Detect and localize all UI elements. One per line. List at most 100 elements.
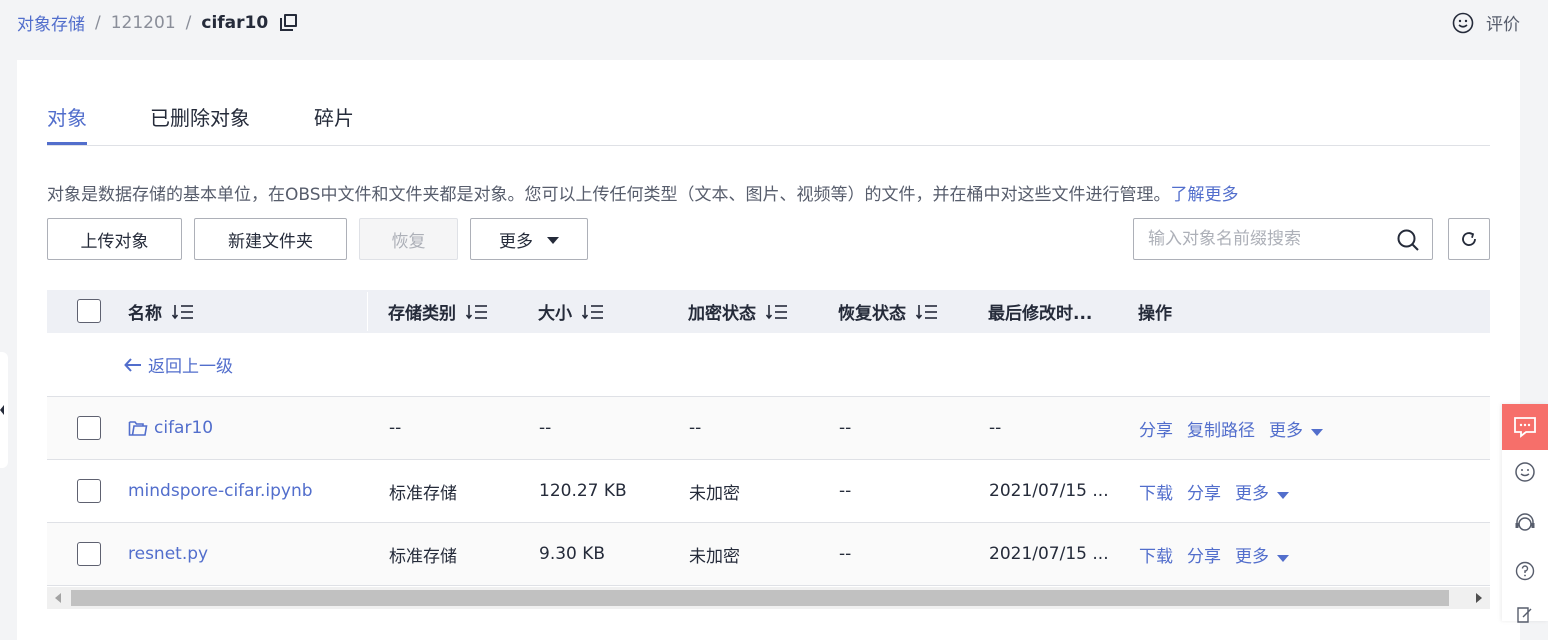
select-all-checkbox[interactable]: [77, 299, 101, 323]
tab-bar: 对象 已删除对象 碎片: [47, 102, 1490, 146]
rate-button[interactable]: 评价: [1452, 10, 1520, 35]
encryption-status: --: [689, 418, 702, 438]
header-operations: 操作: [1138, 304, 1172, 324]
more-dropdown-button[interactable]: 更多: [470, 218, 588, 260]
new-folder-button[interactable]: 新建文件夹: [194, 218, 347, 260]
more-label: 更多: [1269, 420, 1303, 441]
breadcrumb-parent[interactable]: 121201: [111, 13, 176, 33]
refresh-icon: [1462, 232, 1476, 246]
last-modified: 2021/07/15 ...: [989, 544, 1109, 564]
horizontal-scrollbar[interactable]: [47, 587, 1490, 609]
search-input[interactable]: [1148, 227, 1388, 251]
row-checkbox[interactable]: [77, 416, 101, 440]
help-icon[interactable]: [1514, 560, 1536, 582]
sort-icon[interactable]: [766, 304, 788, 320]
encryption-status: 未加密: [689, 546, 740, 567]
table-row: cifar10 -- -- -- -- -- 分享 复制路径 更多: [47, 397, 1490, 460]
collapse-sidebar-handle[interactable]: [0, 352, 8, 468]
back-row: 返回上一级: [47, 333, 1490, 397]
breadcrumb: 对象存储 / 121201 / cifar10: [17, 10, 298, 35]
size: 120.27 KB: [539, 481, 627, 501]
tab-objects[interactable]: 对象: [47, 102, 87, 145]
caret-down-icon: [1277, 554, 1289, 562]
smile-icon[interactable]: [1514, 461, 1536, 483]
share-link[interactable]: 分享: [1139, 416, 1173, 441]
share-link[interactable]: 分享: [1187, 479, 1221, 504]
header-restore-status[interactable]: 恢复状态: [838, 290, 968, 333]
restore-status: --: [839, 544, 852, 564]
header-storage[interactable]: 存储类别: [388, 290, 518, 333]
row-operations: 分享 复制路径 更多: [1139, 397, 1337, 459]
header-last-modified[interactable]: 最后修改时...: [988, 290, 1118, 333]
learn-more-link[interactable]: 了解更多: [1171, 185, 1239, 205]
folder-name: cifar10: [154, 418, 214, 438]
download-link[interactable]: 下载: [1139, 479, 1173, 504]
header-name-label: 名称: [128, 304, 162, 324]
folder-name-link[interactable]: cifar10: [128, 397, 213, 459]
feedback-edit-icon[interactable]: [1514, 604, 1536, 626]
objects-panel: 对象 已删除对象 碎片 对象是数据存储的基本单位，在OBS中文件和文件夹都是对象…: [17, 60, 1520, 640]
tab-fragments[interactable]: 碎片: [314, 102, 354, 144]
rate-label: 评价: [1486, 15, 1520, 35]
scroll-left-arrow-icon[interactable]: [55, 593, 61, 603]
more-ops-link[interactable]: 更多: [1235, 542, 1289, 567]
chevron-left-icon: [0, 405, 4, 415]
floating-toolbar: [1502, 404, 1548, 623]
restore-button[interactable]: 恢复: [359, 218, 458, 260]
scroll-right-arrow-icon[interactable]: [1476, 593, 1482, 603]
sort-icon[interactable]: [582, 304, 604, 320]
storage-class: 标准存储: [389, 546, 457, 567]
storage-class: --: [389, 418, 402, 438]
description-text: 对象是数据存储的基本单位，在OBS中文件和文件夹都是对象。您可以上传任何类型（文…: [47, 185, 1171, 205]
table-row: mindspore-cifar.ipynb 标准存储 120.27 KB 未加密…: [47, 460, 1490, 523]
share-link[interactable]: 分享: [1187, 542, 1221, 567]
size: 9.30 KB: [539, 544, 606, 564]
scrollbar-thumb[interactable]: [71, 590, 1449, 606]
tab-deleted-objects[interactable]: 已删除对象: [150, 102, 250, 144]
more-ops-link[interactable]: 更多: [1235, 479, 1289, 504]
upload-object-button[interactable]: 上传对象: [47, 218, 182, 260]
caret-down-icon: [547, 237, 559, 244]
sort-icon[interactable]: [916, 304, 938, 320]
sort-icon[interactable]: [172, 304, 194, 320]
search-box: [1133, 218, 1433, 260]
more-label: 更多: [1235, 546, 1269, 567]
table-header: 名称 存储类别 大小 加密状态 恢复状态 最后修改时... 操作: [47, 290, 1490, 333]
row-operations: 下载 分享 更多: [1139, 460, 1303, 522]
back-label: 返回上一级: [148, 357, 233, 377]
download-link[interactable]: 下载: [1139, 542, 1173, 567]
last-modified: --: [989, 418, 1002, 438]
sort-icon[interactable]: [466, 304, 488, 320]
encryption-status: 未加密: [689, 483, 740, 504]
breadcrumb-separator: /: [185, 12, 192, 33]
header-size[interactable]: 大小: [538, 290, 668, 333]
header-encryption-label: 加密状态: [688, 304, 756, 324]
copy-icon[interactable]: [280, 13, 298, 32]
search-icon[interactable]: [1396, 228, 1420, 252]
size: --: [539, 418, 552, 438]
refresh-button[interactable]: [1448, 218, 1490, 260]
file-name-link[interactable]: mindspore-cifar.ipynb: [128, 460, 313, 522]
table-row: resnet.py 标准存储 9.30 KB 未加密 -- 2021/07/15…: [47, 523, 1490, 586]
description: 对象是数据存储的基本单位，在OBS中文件和文件夹都是对象。您可以上传任何类型（文…: [47, 180, 1239, 205]
back-link[interactable]: 返回上一级: [124, 333, 233, 396]
header-size-label: 大小: [538, 304, 572, 324]
chat-icon: [1514, 417, 1536, 438]
chat-button[interactable]: [1502, 404, 1548, 450]
copy-path-link[interactable]: 复制路径: [1187, 416, 1255, 441]
header-name[interactable]: 名称: [128, 290, 368, 333]
arrow-left-icon: [124, 357, 141, 372]
headset-icon[interactable]: [1514, 513, 1536, 535]
file-name-link[interactable]: resnet.py: [128, 523, 208, 585]
caret-down-icon: [1277, 491, 1289, 499]
breadcrumb-current: cifar10: [201, 12, 269, 33]
header-encryption[interactable]: 加密状态: [688, 290, 818, 333]
more-ops-link[interactable]: 更多: [1269, 416, 1323, 441]
breadcrumb-root-link[interactable]: 对象存储: [17, 10, 85, 35]
row-checkbox[interactable]: [77, 542, 101, 566]
storage-class: 标准存储: [389, 483, 457, 504]
more-label: 更多: [499, 231, 533, 252]
top-bar: 对象存储 / 121201 / cifar10 评价: [0, 0, 1548, 46]
row-checkbox[interactable]: [77, 479, 101, 503]
breadcrumb-separator: /: [95, 12, 101, 33]
